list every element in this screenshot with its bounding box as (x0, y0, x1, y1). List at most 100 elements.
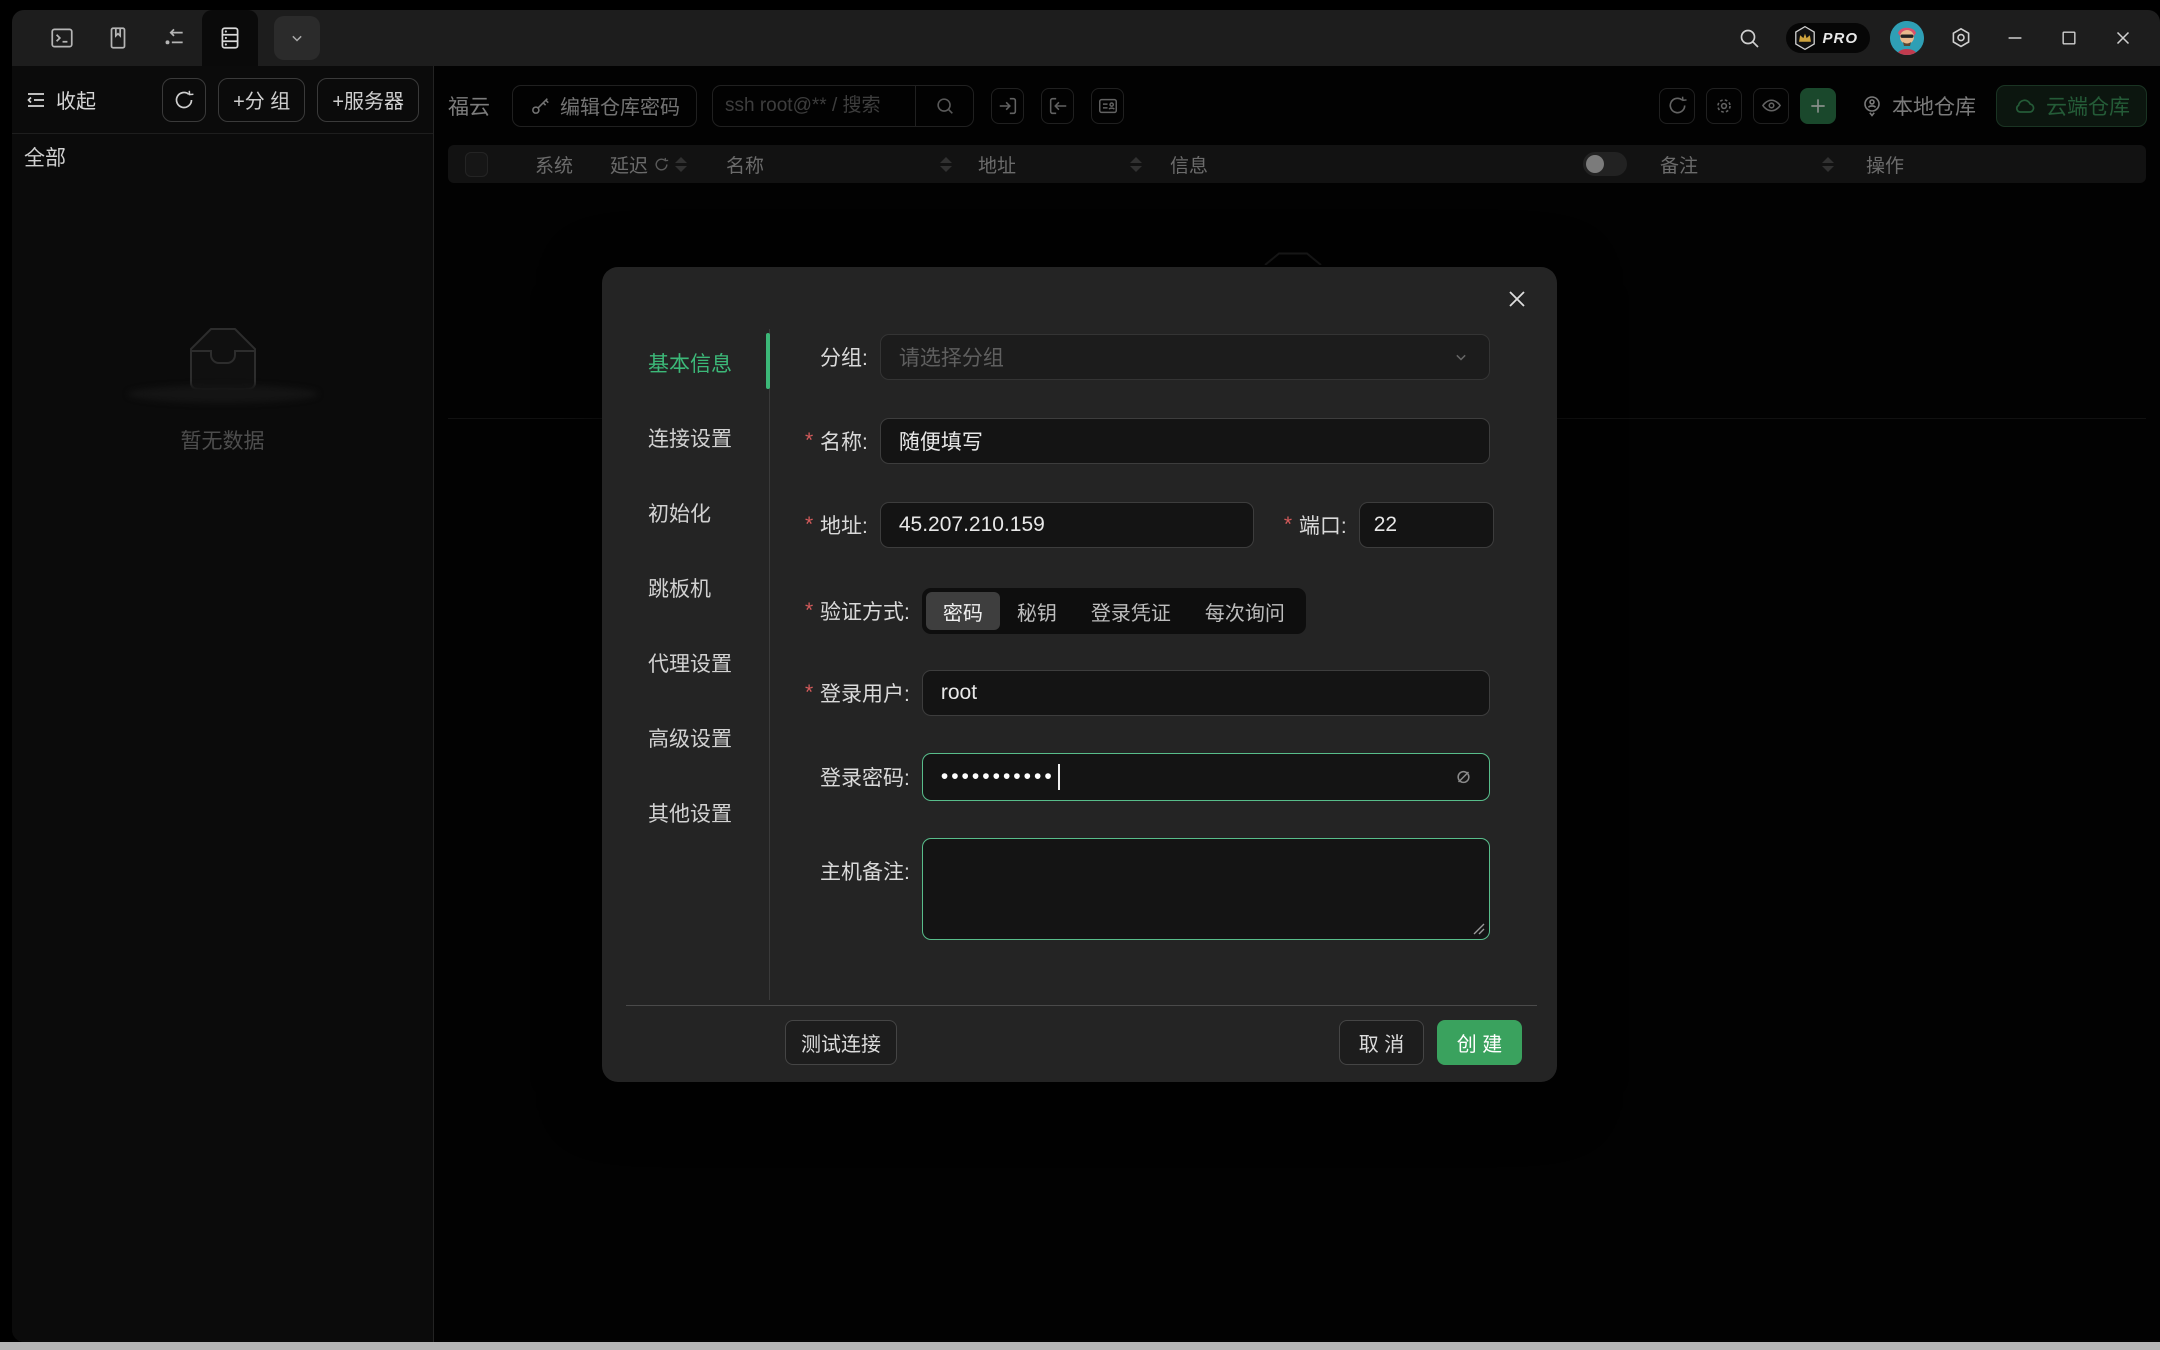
close-window-button[interactable] (2106, 21, 2140, 55)
chevron-down-icon (287, 28, 307, 48)
address-label: 地址: (820, 510, 868, 540)
chevron-down-icon (1451, 347, 1471, 367)
search-icon (1737, 26, 1761, 50)
sidebar-refresh-button[interactable] (162, 78, 206, 122)
minimize-button[interactable] (1998, 21, 2032, 55)
tab-basic-info[interactable]: 基本信息 (602, 325, 769, 400)
auth-option-key[interactable]: 秘钥 (1000, 592, 1074, 630)
sidebar-actions: +分 组 +服务器 (162, 78, 419, 122)
titlebar: PRO (12, 10, 2160, 66)
note-row: 主机备注: (805, 838, 1490, 940)
tabs-divider (769, 329, 770, 1000)
empty-text: 暂无数据 (181, 425, 265, 455)
hexagon-gear-icon (1949, 26, 1973, 50)
login-password-input[interactable]: ••••••••••• (922, 753, 1490, 801)
user-label: 登录用户: (820, 678, 910, 708)
required-marker: * (805, 599, 820, 623)
host-note-textarea[interactable] (923, 839, 1489, 939)
login-user-input[interactable] (922, 670, 1490, 716)
auth-label: 验证方式: (820, 596, 910, 626)
avatar-image (1890, 21, 1924, 55)
required-marker: * (805, 681, 820, 705)
flow-icon (161, 25, 187, 51)
port-input[interactable] (1359, 502, 1494, 548)
port-label: 端口: (1299, 510, 1347, 540)
app-window: PRO (12, 10, 2160, 1342)
tab-servers[interactable] (202, 10, 258, 66)
group-row: 分组: 请选择分组 (805, 334, 1490, 380)
titlebar-controls: PRO (1732, 21, 2160, 55)
collapse-icon (24, 88, 48, 112)
collapse-sidebar-button[interactable]: 收起 (24, 85, 96, 114)
pro-badge[interactable]: PRO (1786, 23, 1870, 53)
tab-bookmarks[interactable] (90, 10, 146, 66)
required-marker: * (805, 429, 820, 453)
tab-terminal[interactable] (34, 10, 90, 66)
sidebar-header: 收起 +分 组 +服务器 (12, 66, 433, 134)
name-input[interactable] (880, 418, 1490, 464)
settings-button[interactable] (1944, 21, 1978, 55)
close-icon (1505, 287, 1529, 311)
resize-grip-icon[interactable] (1470, 920, 1486, 936)
footer-divider (626, 1005, 1537, 1006)
sidebar-empty-state: 暂无数据 (12, 321, 433, 455)
text-cursor (1058, 764, 1060, 790)
maximize-icon (2059, 28, 2079, 48)
tab-other-settings[interactable]: 其他设置 (602, 775, 769, 850)
group-select[interactable]: 请选择分组 (880, 334, 1490, 380)
password-masked-value: ••••••••••• (941, 765, 1055, 789)
cancel-button[interactable]: 取 消 (1339, 1020, 1424, 1065)
add-group-button[interactable]: +分 组 (218, 78, 305, 122)
tab-initialization[interactable]: 初始化 (602, 475, 769, 550)
eye-off-icon[interactable] (1452, 766, 1475, 789)
tab-jump-host[interactable]: 跳板机 (602, 550, 769, 625)
create-button[interactable]: 创 建 (1437, 1020, 1522, 1065)
maximize-button[interactable] (2052, 21, 2086, 55)
tab-connection-settings[interactable]: 连接设置 (602, 400, 769, 475)
group-label: 分组: (820, 342, 868, 372)
titlebar-tabs (12, 10, 320, 66)
taskbar-edge (0, 1342, 2160, 1350)
server-icon (217, 25, 243, 51)
active-tab-indicator (766, 333, 770, 389)
required-marker: * (805, 513, 820, 537)
tab-flow[interactable] (146, 10, 202, 66)
pro-label: PRO (1822, 30, 1858, 47)
crown-hexagon-icon (1792, 25, 1818, 51)
minimize-icon (2004, 27, 2026, 49)
dialog-close-button[interactable] (1503, 285, 1531, 313)
collapse-label: 收起 (56, 85, 96, 114)
password-row: 登录密码: ••••••••••• (805, 753, 1490, 801)
password-label: 登录密码: (820, 762, 910, 792)
user-row: * 登录用户: (805, 670, 1490, 716)
group-placeholder: 请选择分组 (899, 342, 1004, 372)
sidebar-item-all[interactable]: 全部 (12, 134, 433, 180)
auth-option-password[interactable]: 密码 (926, 592, 1000, 630)
global-search-button[interactable] (1732, 21, 1766, 55)
desktop: PRO (0, 0, 2160, 1350)
test-connection-button[interactable]: 测试连接 (785, 1020, 897, 1065)
auth-row: * 验证方式: 密码 秘钥 登录凭证 每次询问 (805, 588, 1490, 634)
auth-option-credential[interactable]: 登录凭证 (1074, 592, 1188, 630)
add-host-dialog: 基本信息 连接设置 初始化 跳板机 代理设置 高级设置 其他设置 分组: 请选择… (602, 267, 1557, 1082)
refresh-icon (172, 88, 196, 112)
sidebar: 收起 +分 组 +服务器 全部 (12, 66, 434, 1342)
tab-proxy-settings[interactable]: 代理设置 (602, 625, 769, 700)
close-icon (2112, 27, 2134, 49)
empty-box-shadow (128, 385, 318, 403)
tab-overflow-button[interactable] (274, 16, 320, 60)
add-server-button[interactable]: +服务器 (317, 78, 419, 122)
host-note-field (922, 838, 1490, 940)
terminal-icon (49, 25, 75, 51)
user-avatar[interactable] (1890, 21, 1924, 55)
name-label: 名称: (820, 426, 868, 456)
auth-method-segmented: 密码 秘钥 登录凭证 每次询问 (922, 588, 1306, 634)
note-label: 主机备注: (820, 856, 910, 886)
address-input[interactable] (880, 502, 1254, 548)
address-row: * 地址: * 端口: (805, 502, 1490, 548)
tab-advanced-settings[interactable]: 高级设置 (602, 700, 769, 775)
book-icon (105, 25, 131, 51)
dialog-tabs: 基本信息 连接设置 初始化 跳板机 代理设置 高级设置 其他设置 (602, 325, 769, 850)
auth-option-ask[interactable]: 每次询问 (1188, 592, 1302, 630)
name-row: * 名称: (805, 418, 1490, 464)
